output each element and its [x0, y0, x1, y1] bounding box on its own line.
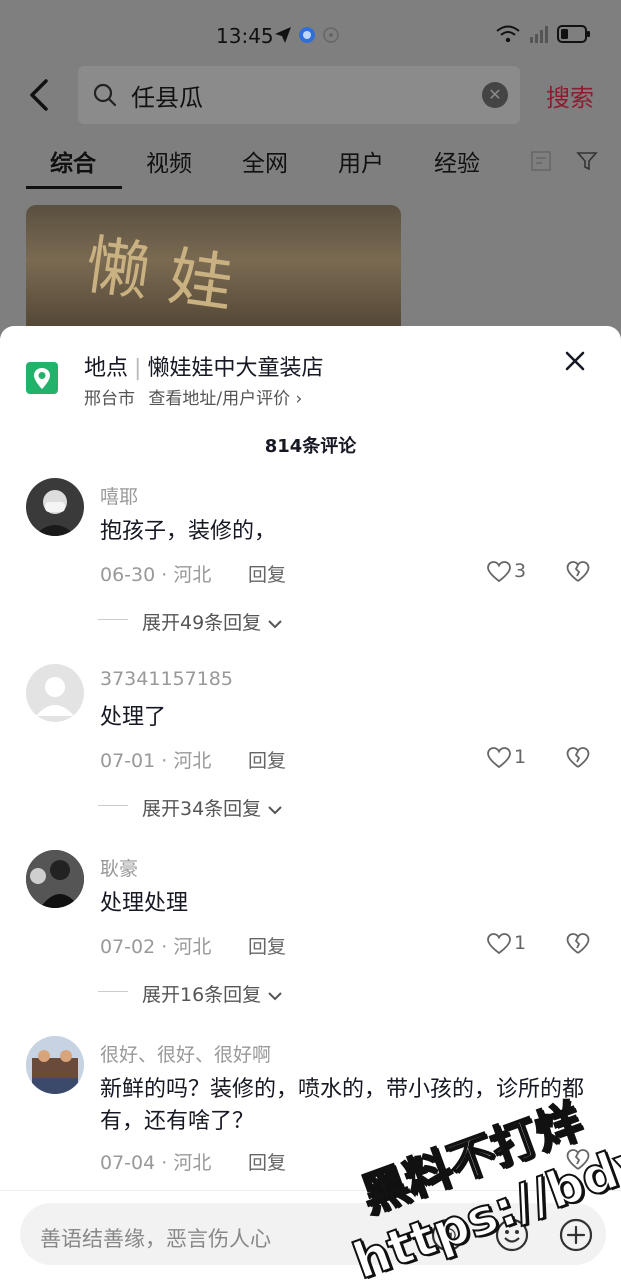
close-sheet-button[interactable] — [562, 348, 588, 374]
dislike-icon[interactable] — [566, 746, 590, 770]
search-query: 任县瓜 — [131, 84, 203, 112]
search-header: 任县瓜 ✕ 搜索 — [0, 64, 621, 124]
tab-web[interactable]: 全网 — [242, 144, 288, 178]
reply-button[interactable]: 回复 — [248, 746, 286, 773]
clear-search-button[interactable]: ✕ — [482, 82, 508, 108]
expand-replies-button[interactable]: 展开16条回复 — [142, 980, 283, 1007]
comment-meta: 06-30 · 河北 — [100, 564, 212, 586]
reply-button[interactable]: 回复 — [248, 1148, 286, 1175]
expand-divider — [98, 805, 128, 806]
expand-replies-button[interactable]: 展开34条回复 — [142, 794, 283, 821]
like-icon[interactable] — [486, 560, 512, 584]
filter-icon[interactable] — [576, 150, 598, 172]
like-icon[interactable] — [486, 746, 512, 770]
comment-username[interactable]: 37341157185 — [100, 668, 233, 690]
video-thumbnail[interactable]: 懒娃 — [26, 205, 401, 345]
location-prefix: 地点 — [84, 356, 129, 381]
comment-text: 处理处理 — [100, 891, 189, 916]
comment-input-placeholder: 善语结善缘，恶言伤人心 — [40, 1227, 271, 1251]
app-notification-icon — [298, 26, 316, 44]
hotspot-icon — [322, 26, 340, 44]
like-icon[interactable] — [486, 932, 512, 956]
close-icon — [565, 351, 585, 371]
svg-text:@: @ — [439, 1225, 457, 1246]
like-count: 1 — [514, 932, 527, 954]
dislike-icon[interactable] — [566, 560, 590, 584]
comment-meta: 07-01 · 河北 — [100, 750, 212, 772]
tab-video[interactable]: 视频 — [146, 144, 192, 178]
avatar[interactable] — [26, 1036, 84, 1094]
comment-text: 处理了 — [100, 705, 167, 730]
tab-experience[interactable]: 经验 — [434, 144, 480, 178]
expand-replies-label: 展开34条回复 — [142, 798, 262, 820]
location-title[interactable]: 地点 | 懒娃娃中大童装店 — [84, 350, 323, 382]
add-icon[interactable] — [558, 1217, 594, 1253]
signal-icon — [529, 24, 549, 48]
status-time: 13:45 — [216, 24, 274, 48]
expand-divider — [98, 991, 128, 992]
emoji-icon[interactable] — [494, 1217, 530, 1253]
dislike-icon[interactable] — [566, 1148, 590, 1172]
comment-username[interactable]: 很好、很好、很好啊 — [100, 1040, 271, 1067]
comment-text: 新鲜的吗？装修的，喷水的，带小孩的，诊所的都有，还有啥了？ — [100, 1077, 585, 1134]
search-tabs: 综合 视频 全网 用户 经验 — [0, 140, 621, 190]
chevron-down-icon — [268, 806, 282, 815]
back-button[interactable] — [24, 78, 54, 112]
expand-replies-label: 展开16条回复 — [142, 984, 262, 1006]
location-city: 邢台市 — [84, 389, 135, 409]
location-link[interactable]: 查看地址/用户评价 › — [148, 389, 302, 409]
battery-icon — [557, 24, 591, 48]
location-name: 懒娃娃中大童装店 — [147, 356, 324, 381]
dislike-icon[interactable] — [566, 932, 590, 956]
search-submit-button[interactable]: 搜索 — [546, 78, 594, 113]
send-icon — [274, 26, 292, 44]
wifi-icon — [495, 24, 521, 48]
comment-meta: 07-02 · 河北 — [100, 936, 212, 958]
thumbnail-sign-text: 懒娃 — [80, 228, 258, 326]
reply-button[interactable]: 回复 — [248, 932, 286, 959]
comment-username[interactable]: 耿豪 — [100, 854, 138, 881]
search-icon — [92, 82, 118, 108]
status-bar: 13:45 — [0, 0, 621, 70]
location-pin-icon — [26, 362, 58, 394]
back-arrow-icon — [30, 79, 48, 111]
location-subtitle[interactable]: 邢台市 查看地址/用户评价 › — [84, 384, 302, 409]
comment-input-bar: 善语结善缘，恶言伤人心 @ — [0, 1190, 621, 1280]
chevron-down-icon — [268, 992, 282, 1001]
status-notification-icons — [274, 26, 340, 44]
like-count: 3 — [514, 560, 527, 582]
like-count: 1 — [514, 746, 527, 768]
group-tab-icon[interactable] — [530, 150, 552, 172]
active-tab-indicator — [26, 186, 122, 189]
tab-comprehensive[interactable]: 综合 — [50, 144, 96, 178]
comment-username[interactable]: 嘻耶 — [100, 482, 138, 509]
title-separator: | — [134, 356, 142, 381]
tab-users[interactable]: 用户 — [338, 144, 384, 178]
comment-count: 814条评论 — [264, 436, 357, 457]
reply-button[interactable]: 回复 — [248, 560, 286, 587]
status-system-icons — [495, 24, 591, 48]
expand-divider — [98, 619, 128, 620]
location-comments-sheet: 地点 | 懒娃娃中大童装店 邢台市 查看地址/用户评价 › 814条评论 嘻耶 抱孩… — [0, 326, 621, 1280]
expand-replies-button[interactable]: 展开49条回复 — [142, 608, 283, 635]
chevron-down-icon — [268, 620, 282, 629]
avatar[interactable] — [26, 850, 84, 908]
comment-meta: 07-04 · 河北 — [100, 1152, 212, 1174]
avatar[interactable] — [26, 478, 84, 536]
expand-replies-label: 展开49条回复 — [142, 612, 262, 634]
comment-text: 抱孩子，装修的， — [100, 519, 277, 544]
avatar[interactable] — [26, 664, 84, 722]
mention-icon[interactable]: @ — [430, 1217, 466, 1253]
